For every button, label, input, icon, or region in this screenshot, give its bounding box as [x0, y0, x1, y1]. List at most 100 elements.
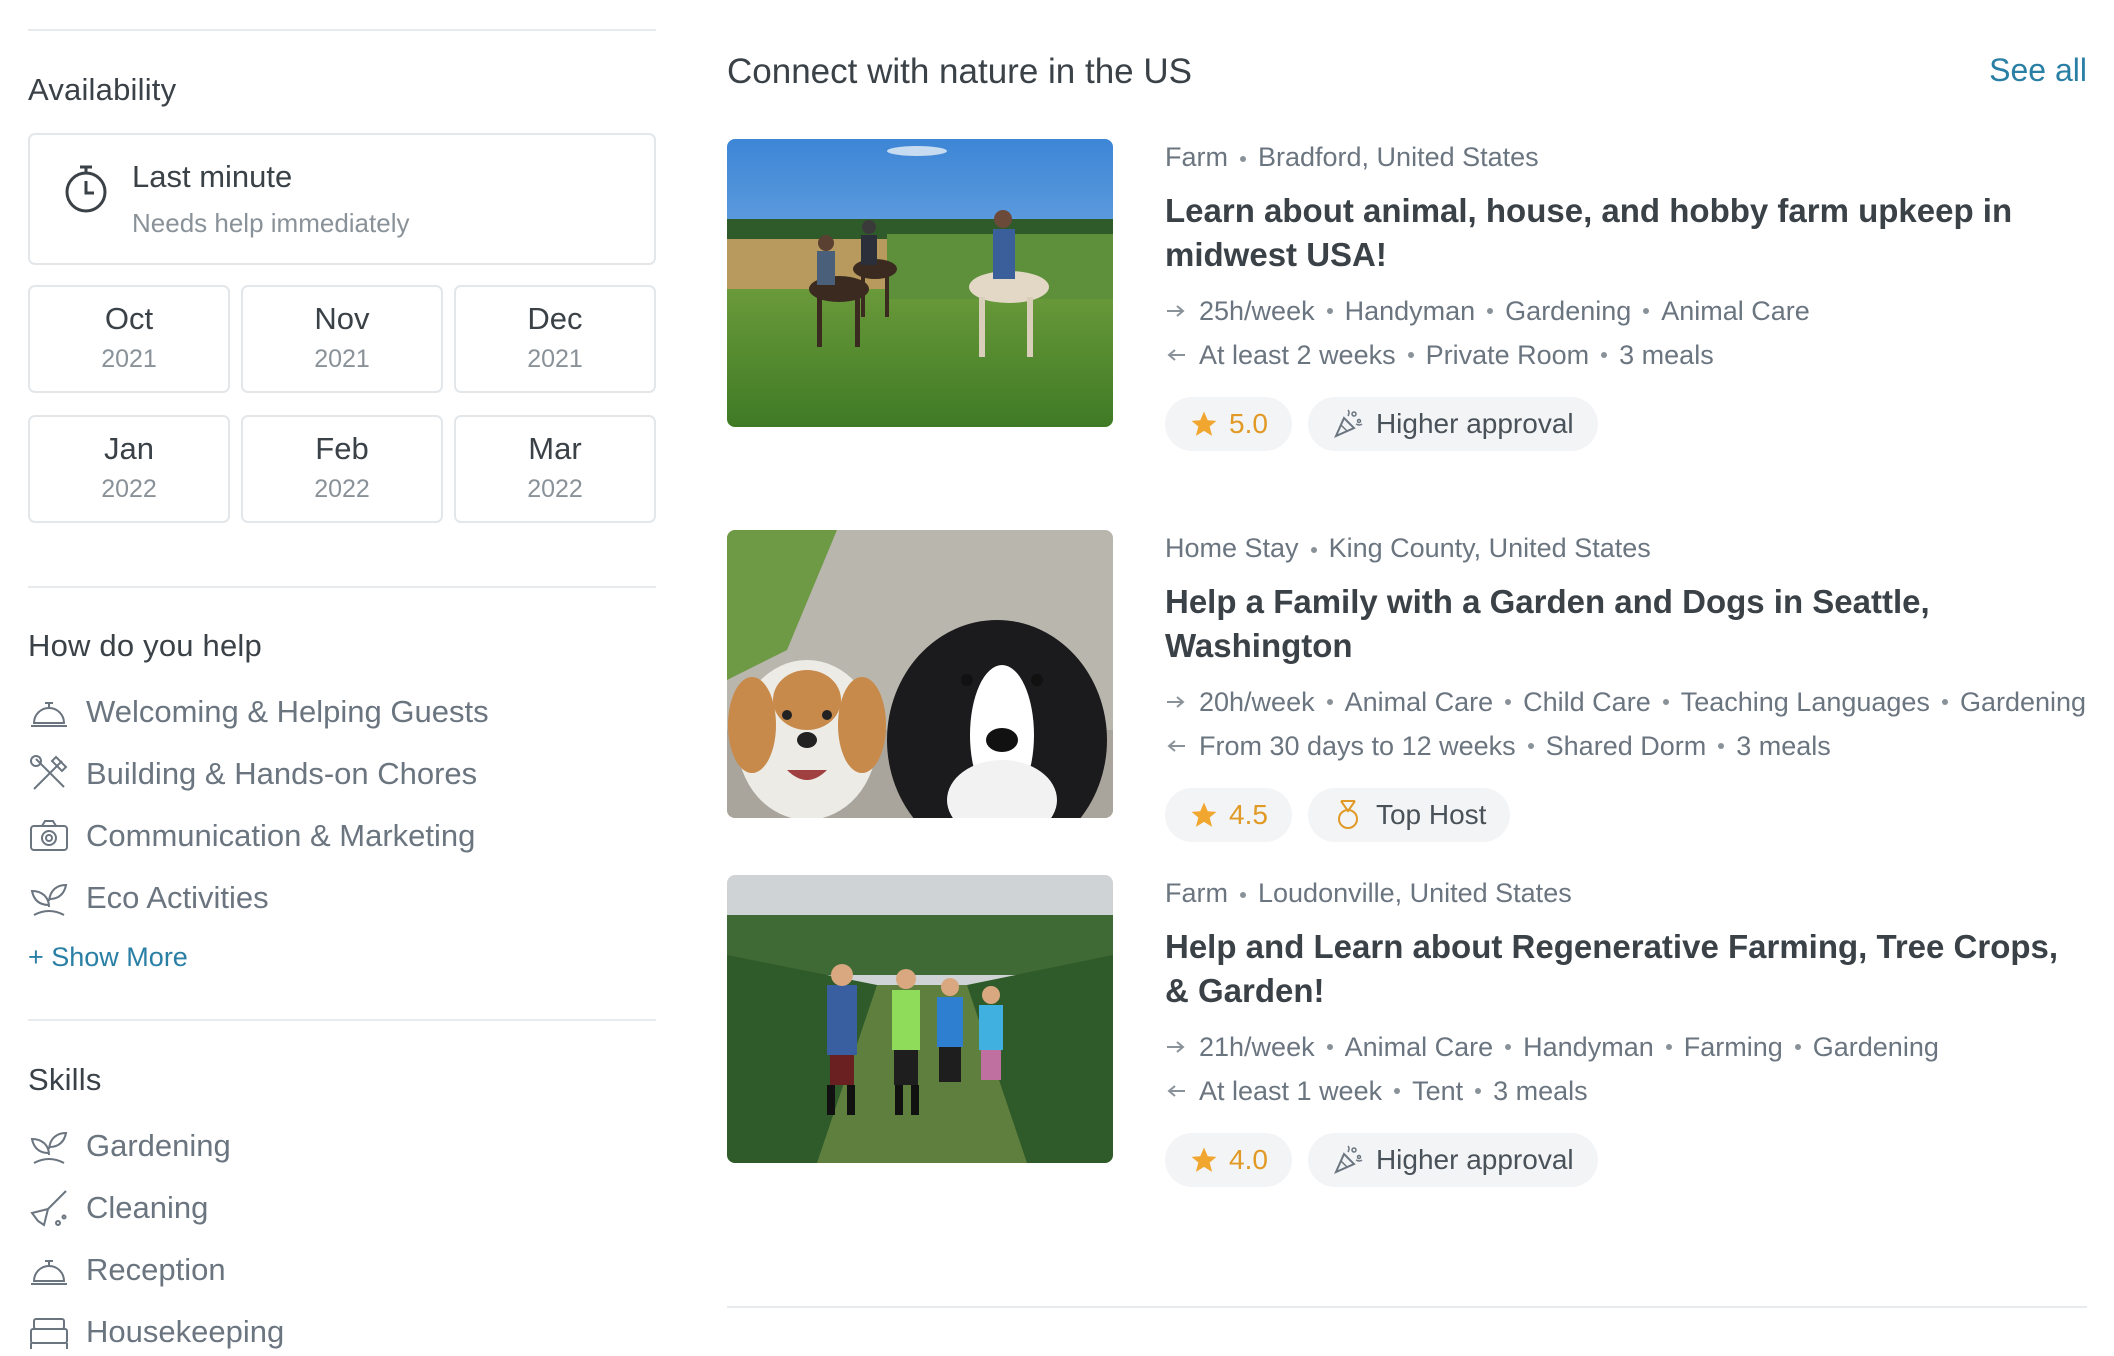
get-tag: At least 1 week — [1199, 1076, 1383, 1106]
give-row: 20h/week Animal Care Child Care Teaching… — [1165, 680, 2087, 724]
month-name: Dec — [527, 301, 583, 336]
give-row: 25h/week Handyman Gardening Animal Care — [1165, 289, 2087, 333]
help-option-label: Communication & Marketing — [86, 818, 476, 853]
badge-row: 5.0 Higher approval — [1165, 397, 2087, 451]
seedling-icon — [30, 1131, 68, 1164]
skill-option-label: Housekeeping — [86, 1314, 285, 1349]
host-badge: Higher approval — [1307, 1133, 1598, 1187]
give-tag: Gardening — [1505, 296, 1632, 326]
stopwatch-icon — [65, 165, 107, 213]
children-orchard-photo[interactable] — [727, 875, 1113, 1163]
give-tag: Child Care — [1523, 687, 1651, 717]
month-year: 2022 — [101, 475, 157, 503]
month-year: 2021 — [101, 345, 157, 373]
confetti-icon — [1333, 409, 1363, 438]
give-tag: Animal Care — [1344, 1032, 1494, 1062]
separator-dot — [1505, 1044, 1512, 1050]
separator-dot — [1394, 1088, 1401, 1094]
month-option-nov-2021[interactable]: Nov 2021 — [241, 285, 443, 393]
get-tag: 3 meals — [1736, 731, 1831, 761]
rating-value: 5.0 — [1229, 408, 1268, 439]
listing-card: Farm Bradford, United States Learn about … — [727, 139, 2087, 451]
arrow-right-icon — [1167, 696, 1185, 708]
month-option-dec-2021[interactable]: Dec 2021 — [454, 285, 656, 393]
month-option-feb-2022[interactable]: Feb 2022 — [241, 415, 443, 523]
listing-location: Loudonville, United States — [1258, 878, 1572, 908]
last-minute-filter[interactable]: Last minute Needs help immediately — [28, 133, 656, 265]
listing-meta: Farm Bradford, United States — [1165, 139, 2087, 175]
rating-badge: 5.0 — [1165, 397, 1292, 451]
separator-dot — [1601, 352, 1608, 358]
divider — [28, 29, 656, 31]
arrow-left-icon — [1167, 349, 1185, 361]
listing-title[interactable]: Help a Family with a Garden and Dogs in … — [1165, 580, 2087, 668]
divider — [28, 586, 656, 588]
show-more-link[interactable]: + Show More — [28, 942, 188, 973]
get-row: At least 2 weeks Private Room 3 meals — [1165, 333, 2087, 377]
divider — [727, 1306, 2087, 1308]
month-year: 2021 — [314, 345, 370, 373]
badge-row: 4.0 Higher approval — [1165, 1133, 2087, 1187]
arrow-right-icon — [1167, 1041, 1185, 1053]
skill-option-cleaning[interactable]: Cleaning — [28, 1184, 208, 1232]
see-all-link[interactable]: See all — [1989, 52, 2087, 89]
how-do-you-help-heading: How do you help — [28, 628, 262, 663]
separator-dot — [1718, 743, 1725, 749]
separator-dot — [1326, 1044, 1333, 1050]
help-option-communication-marketing[interactable]: Communication & Marketing — [28, 812, 475, 860]
listing-title[interactable]: Learn about animal, house, and hobby far… — [1165, 189, 2087, 277]
give-tag: Animal Care — [1344, 687, 1494, 717]
arrow-left-icon — [1167, 1085, 1185, 1097]
badge-label: Higher approval — [1375, 408, 1574, 439]
separator-dot — [1326, 699, 1333, 705]
separator-dot — [1794, 1044, 1801, 1050]
month-option-mar-2022[interactable]: Mar 2022 — [454, 415, 656, 523]
help-option-building-chores[interactable]: Building & Hands-on Chores — [28, 750, 477, 798]
month-year: 2022 — [314, 475, 370, 503]
separator-dot — [1326, 308, 1333, 314]
help-option-welcoming-guests[interactable]: Welcoming & Helping Guests — [28, 688, 489, 736]
skills-heading: Skills — [28, 1062, 102, 1097]
two-dogs-image — [727, 530, 1113, 818]
rating-value: 4.5 — [1229, 799, 1268, 830]
give-tag: Gardening — [1812, 1032, 1939, 1062]
get-row: From 30 days to 12 weeks Shared Dorm 3 m… — [1165, 724, 2087, 768]
bed-icon — [30, 1318, 68, 1349]
skill-option-housekeeping[interactable]: Housekeeping — [28, 1308, 284, 1356]
get-tag: At least 2 weeks — [1199, 340, 1396, 370]
month-option-jan-2022[interactable]: Jan 2022 — [28, 415, 230, 523]
listing-info: Farm Bradford, United States Learn about … — [1165, 139, 2087, 451]
star-icon — [1191, 411, 1217, 436]
separator-dot — [1662, 699, 1669, 705]
badge-label: Top Host — [1375, 799, 1487, 830]
reception-bell-icon — [31, 702, 67, 727]
separator-dot — [1505, 699, 1512, 705]
help-option-label: Welcoming & Helping Guests — [86, 694, 489, 729]
skill-option-gardening[interactable]: Gardening — [28, 1122, 231, 1170]
badge-row: 4.5 Top Host — [1165, 788, 2087, 842]
help-option-eco-activities[interactable]: Eco Activities — [28, 874, 269, 922]
availability-heading: Availability — [28, 72, 177, 107]
horses-riders-photo[interactable] — [727, 139, 1113, 427]
month-name: Feb — [315, 431, 369, 466]
horses-riders-image — [727, 139, 1113, 427]
skill-option-reception[interactable]: Reception — [28, 1246, 226, 1294]
give-tag: 20h/week — [1199, 687, 1315, 717]
help-option-label: Building & Hands-on Chores — [86, 756, 478, 791]
give-tag: Farming — [1683, 1032, 1783, 1062]
separator-dot — [1527, 743, 1534, 749]
listing-type: Farm — [1165, 878, 1228, 908]
last-minute-subtitle: Needs help immediately — [132, 208, 410, 238]
broom-icon — [30, 1190, 67, 1227]
month-year: 2022 — [527, 475, 583, 503]
listing-title[interactable]: Help and Learn about Regenerative Farmin… — [1165, 925, 2087, 1013]
two-dogs-photo[interactable] — [727, 530, 1113, 818]
month-option-oct-2021[interactable]: Oct 2021 — [28, 285, 230, 393]
get-tag: Shared Dorm — [1545, 731, 1707, 761]
month-name: Mar — [528, 431, 582, 466]
star-icon — [1191, 1147, 1217, 1172]
seedling-icon — [30, 883, 68, 916]
camera-icon — [30, 820, 68, 851]
separator-dot — [1310, 546, 1317, 553]
listing-card: Farm Loudonville, United States Help and … — [727, 875, 2087, 1187]
